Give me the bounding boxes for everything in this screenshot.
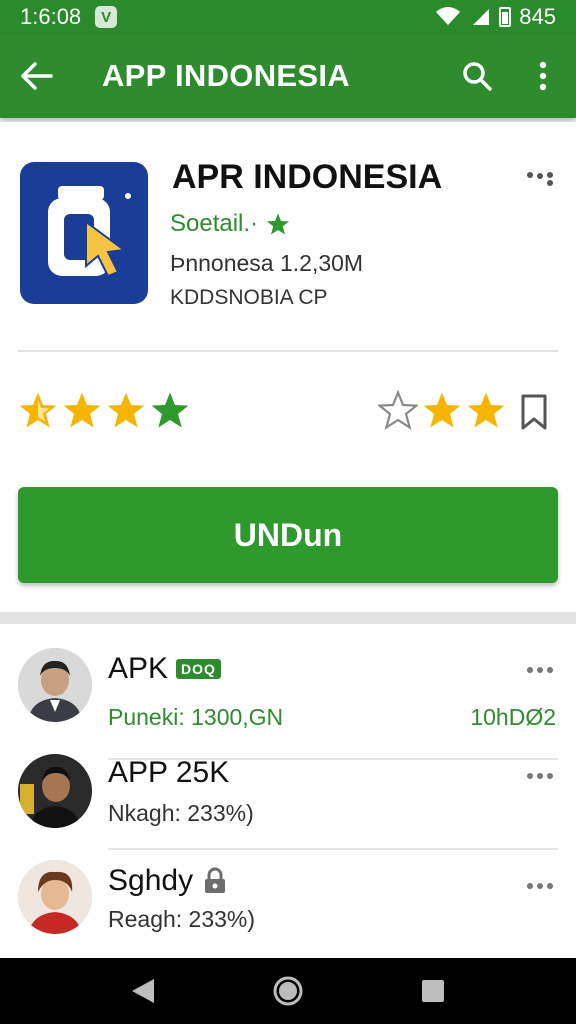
arrow-back-icon xyxy=(21,62,53,90)
circle-home-icon xyxy=(273,976,303,1006)
list-item-name: Sghdy xyxy=(108,864,194,897)
list-item-name: APP 25K xyxy=(108,756,230,789)
app-name: APR INDONESIA xyxy=(172,158,443,196)
rating-stars[interactable] xyxy=(18,390,190,430)
triangle-back-icon xyxy=(131,979,154,1003)
back-button[interactable] xyxy=(0,34,74,118)
status-time: 1:6:08 xyxy=(20,4,82,29)
list-item[interactable]: APP 25K Nkagh: 233%) xyxy=(0,752,576,860)
list-item-title: APK DOQ xyxy=(108,652,221,686)
list-item-more-button[interactable] xyxy=(520,658,560,682)
related-list: APK DOQ Puneki: 1300,GN 10hDØ2 APP 25K N… xyxy=(0,624,576,958)
search-icon xyxy=(463,62,492,91)
app-bar: APP INDONESIA xyxy=(0,34,576,118)
star-icon xyxy=(267,213,290,235)
star-icon xyxy=(151,392,189,428)
more-horiz-icon xyxy=(527,667,553,673)
search-button[interactable] xyxy=(444,34,510,118)
avatar xyxy=(18,860,92,934)
list-item-name: APK xyxy=(108,652,169,685)
person-avatar-icon xyxy=(18,754,92,828)
overflow-menu-button[interactable] xyxy=(510,34,576,118)
bookmark-button[interactable] xyxy=(516,392,552,432)
battery-level: 845 xyxy=(519,4,556,29)
more-vert-icon xyxy=(539,61,547,91)
avatar xyxy=(18,648,92,722)
app-subtitle: Soetail.· xyxy=(170,210,259,237)
list-item-title: Sghdy xyxy=(108,864,229,898)
avatar xyxy=(18,754,92,828)
star-icon xyxy=(19,392,57,428)
nav-recents-button[interactable] xyxy=(403,961,463,1021)
more-horiz-icon xyxy=(527,883,553,889)
more-horiz-icon xyxy=(527,773,553,779)
more-horiz-icon xyxy=(527,172,553,186)
list-item-value: 10hDØ2 xyxy=(470,704,556,730)
star-icon xyxy=(63,392,101,428)
nav-home-button[interactable] xyxy=(258,961,318,1021)
list-item-subtitle: Nkagh: 233%) xyxy=(108,800,254,826)
lock-icon xyxy=(205,867,226,893)
signal-icon xyxy=(473,9,490,25)
list-item[interactable]: Sghdy Reagh: 233%) xyxy=(0,860,576,968)
section-separator xyxy=(0,612,576,624)
app-developer: Soetail.· xyxy=(170,210,290,238)
person-avatar-icon xyxy=(18,648,92,722)
star-icon xyxy=(423,392,461,428)
square-recents-icon xyxy=(422,980,445,1002)
page-title: APP INDONESIA xyxy=(102,58,350,93)
vpn-icon: V xyxy=(95,6,118,28)
install-button-label: UNDun xyxy=(233,516,343,553)
user-rating-stars[interactable] xyxy=(378,390,506,430)
battery-icon xyxy=(499,7,512,27)
list-item-more-button[interactable] xyxy=(520,874,560,898)
system-nav-bar xyxy=(0,958,576,1024)
list-item[interactable]: APK DOQ Puneki: 1300,GN 10hDØ2 xyxy=(0,644,576,760)
star-icon xyxy=(467,392,505,428)
status-bar: 1:6:08 V 845 xyxy=(0,0,576,34)
divider xyxy=(18,350,558,352)
status-right: 845 xyxy=(435,4,556,30)
list-item-more-button[interactable] xyxy=(520,764,560,788)
app-size: Þnnonesa 1.2,30M xyxy=(170,250,364,276)
divider xyxy=(108,848,558,850)
app-more-button[interactable] xyxy=(520,164,560,192)
list-item-subtitle: Puneki: 1300,GN xyxy=(108,704,284,730)
wifi-icon xyxy=(436,7,461,26)
app-publisher: KDDSNOBIA CP xyxy=(170,286,328,309)
star-outline-icon xyxy=(378,390,418,430)
list-item-badge: DOQ xyxy=(176,659,221,679)
bookmark-icon xyxy=(521,394,547,430)
star-icon xyxy=(107,392,145,428)
app-icon xyxy=(20,162,148,304)
install-button[interactable]: UNDun xyxy=(18,487,558,583)
list-item-subtitle: Reagh: 233%) xyxy=(108,906,256,932)
nav-back-button[interactable] xyxy=(113,961,173,1021)
app-logo-icon xyxy=(48,186,131,278)
app-bar-actions xyxy=(444,34,576,118)
person-avatar-icon xyxy=(18,860,92,934)
